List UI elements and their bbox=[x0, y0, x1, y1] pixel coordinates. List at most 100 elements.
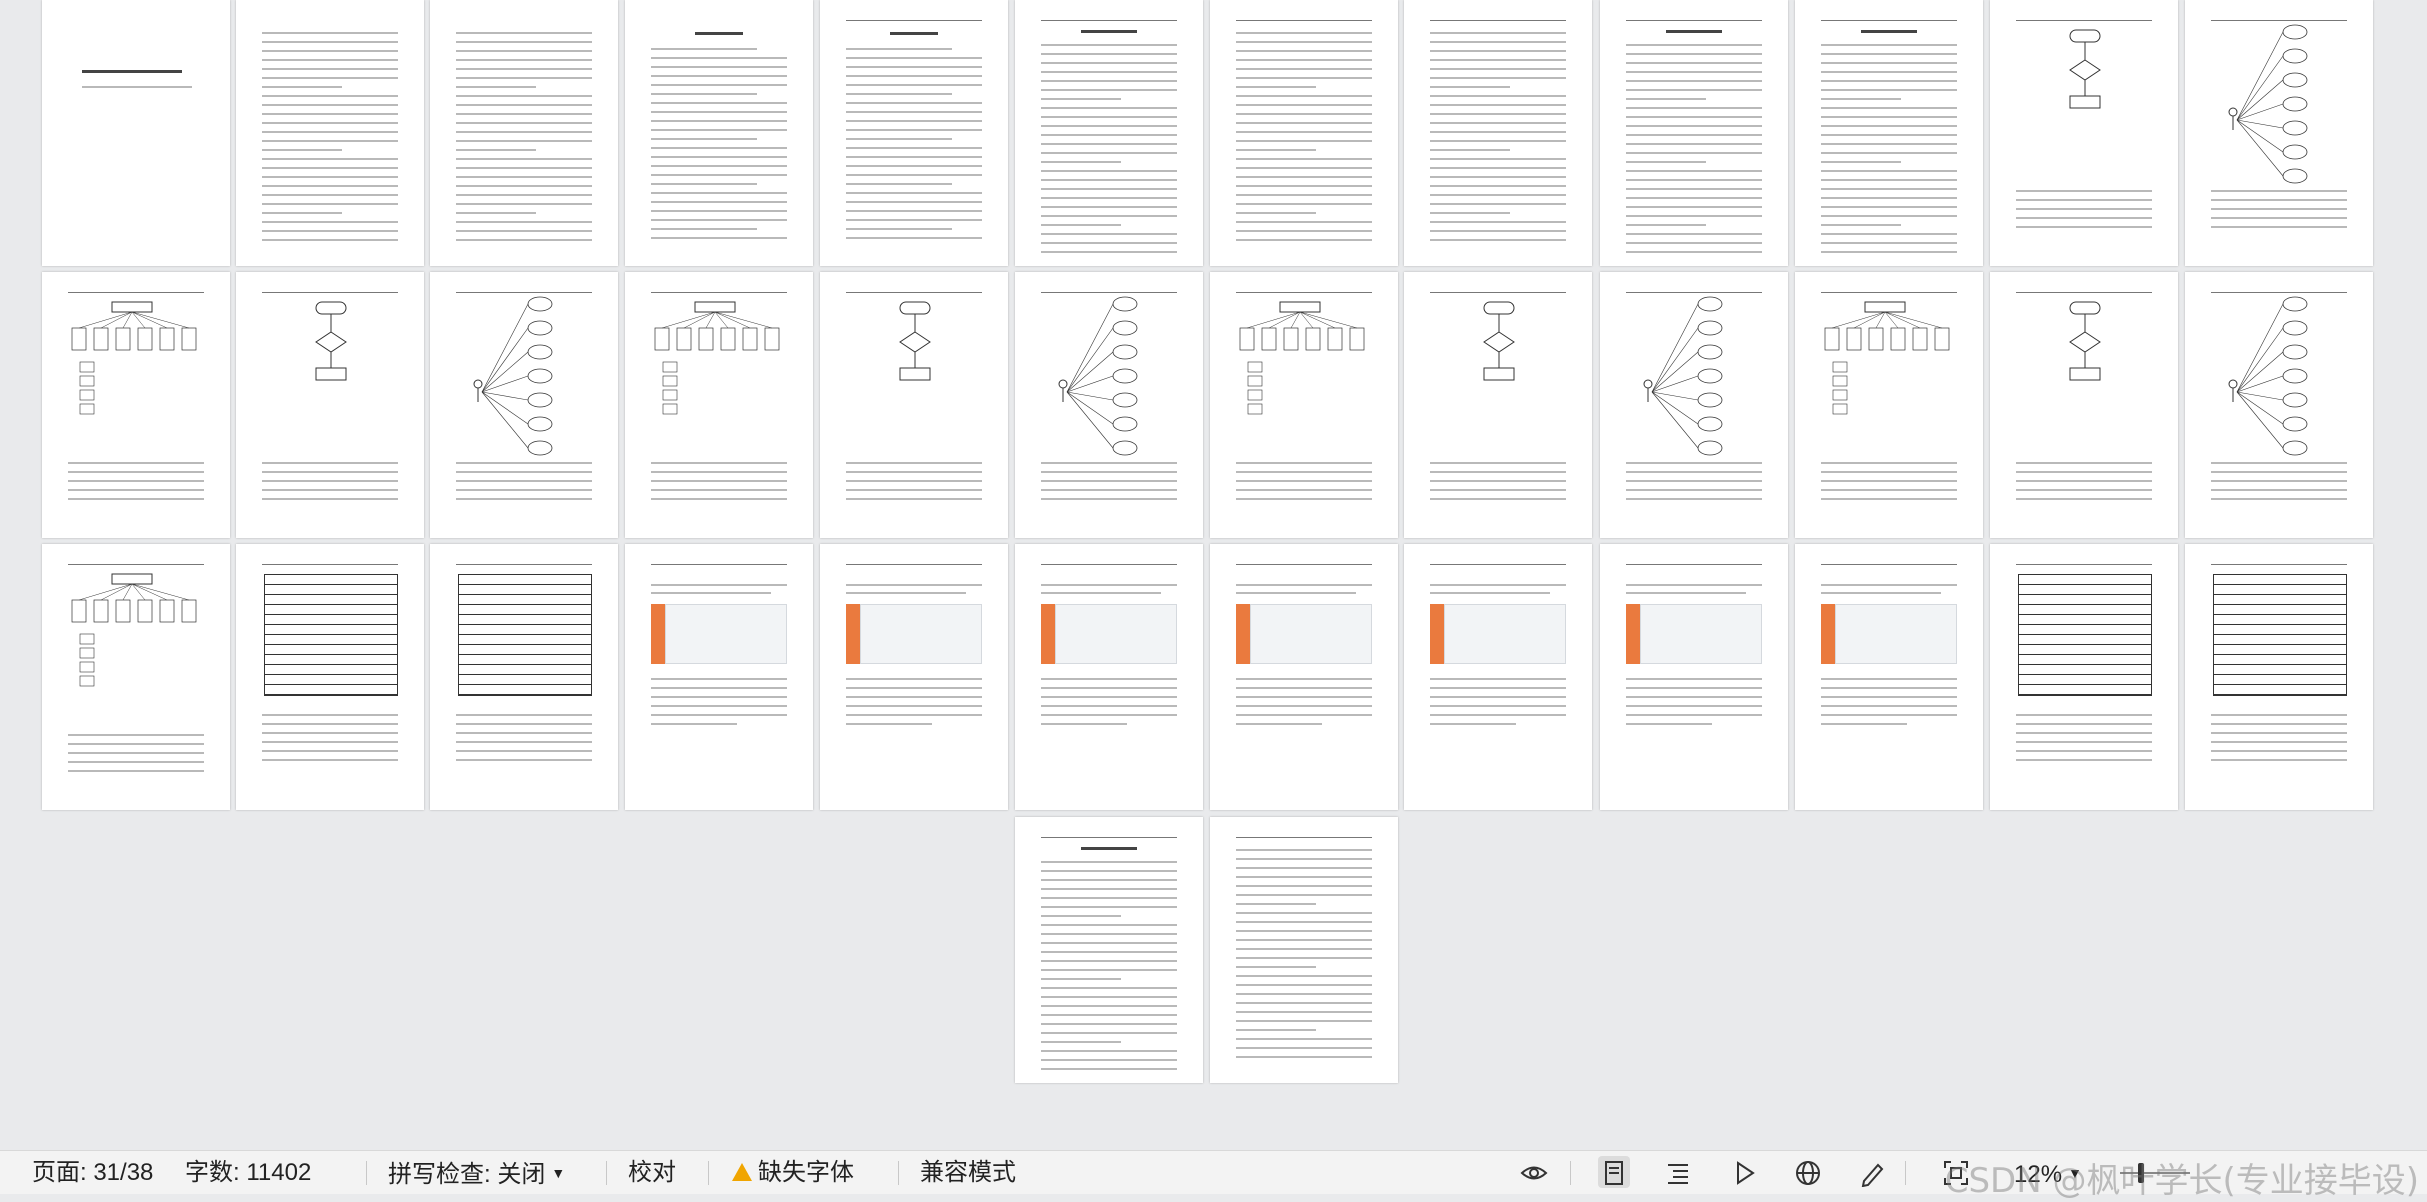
text-line bbox=[262, 203, 398, 205]
text-line bbox=[1041, 897, 1177, 899]
pen-icon[interactable] bbox=[1858, 1159, 1886, 1187]
text-line bbox=[1041, 125, 1177, 127]
text-line bbox=[651, 174, 787, 176]
page-thumbnail[interactable] bbox=[1210, 544, 1398, 810]
text-line bbox=[1430, 462, 1566, 464]
play-icon[interactable] bbox=[1730, 1159, 1758, 1187]
page-thumbnail[interactable] bbox=[42, 272, 230, 538]
text-line bbox=[1041, 251, 1177, 253]
text-line bbox=[1041, 215, 1177, 217]
text-line bbox=[1821, 152, 1957, 154]
page-thumbnail[interactable] bbox=[1404, 272, 1592, 538]
text-line bbox=[1430, 95, 1566, 97]
document-page-grid[interactable] bbox=[0, 0, 2427, 1150]
page-corner-mark bbox=[402, 558, 410, 566]
text-line bbox=[1041, 152, 1177, 154]
text-line bbox=[1821, 489, 1957, 491]
page-thumbnail[interactable] bbox=[1404, 0, 1592, 266]
text-line bbox=[1041, 89, 1177, 91]
page-thumbnail[interactable] bbox=[625, 272, 813, 538]
page-thumbnail[interactable] bbox=[1210, 272, 1398, 538]
text-line bbox=[1430, 77, 1566, 79]
missing-fonts-label: 缺失字体 bbox=[758, 1159, 854, 1186]
page-view-icon[interactable] bbox=[1600, 1159, 1628, 1187]
page-thumbnail[interactable] bbox=[1404, 544, 1592, 810]
text-line bbox=[1430, 480, 1566, 482]
page-thumbnail[interactable] bbox=[2185, 0, 2373, 266]
page-thumbnail[interactable] bbox=[42, 544, 230, 810]
page-thumbnail[interactable] bbox=[820, 0, 1008, 266]
page-corner-mark bbox=[834, 558, 842, 566]
page-thumbnail[interactable] bbox=[1015, 817, 1203, 1083]
text-line bbox=[456, 230, 592, 232]
eye-icon[interactable] bbox=[1520, 1159, 1548, 1187]
text-line bbox=[1626, 62, 1762, 64]
web-view-icon[interactable] bbox=[1794, 1159, 1822, 1187]
page-thumbnail[interactable] bbox=[820, 544, 1008, 810]
page-thumbnail[interactable] bbox=[1600, 272, 1788, 538]
text-line bbox=[1041, 723, 1127, 725]
text-line bbox=[1041, 1014, 1177, 1016]
page-thumbnail[interactable] bbox=[1015, 272, 1203, 538]
page-corner-mark bbox=[1614, 14, 1622, 22]
page-thumbnail[interactable] bbox=[625, 0, 813, 266]
page-thumbnail[interactable] bbox=[1015, 0, 1203, 266]
text-line bbox=[1626, 723, 1712, 725]
word-count[interactable]: 字数: 11402 bbox=[185, 1158, 311, 1188]
page-thumbnail[interactable] bbox=[1600, 544, 1788, 810]
proofread-button[interactable]: 校对 bbox=[628, 1158, 676, 1188]
spellcheck-toggle[interactable]: 拼写检查: 关闭 ▼ bbox=[388, 1158, 565, 1188]
text-line bbox=[651, 723, 737, 725]
text-line bbox=[1821, 44, 1957, 46]
page-corner-mark bbox=[1181, 1061, 1189, 1069]
page-thumbnail[interactable] bbox=[625, 544, 813, 810]
page-thumbnail[interactable] bbox=[1990, 272, 2178, 538]
text-line bbox=[1236, 957, 1372, 959]
page-thumbnail[interactable] bbox=[1795, 272, 1983, 538]
text-line bbox=[1041, 462, 1177, 464]
page-corner-mark bbox=[1614, 788, 1622, 796]
missing-fonts-button[interactable]: 缺失字体 bbox=[732, 1158, 854, 1188]
page-header-rule bbox=[651, 564, 787, 565]
text-line bbox=[651, 696, 787, 698]
page-thumbnail[interactable] bbox=[236, 0, 424, 266]
outline-view-icon[interactable] bbox=[1664, 1159, 1692, 1187]
text-line bbox=[1236, 50, 1372, 52]
page-header-rule bbox=[846, 20, 982, 21]
page-thumbnail[interactable] bbox=[42, 0, 230, 266]
text-line bbox=[1041, 1059, 1177, 1061]
text-line bbox=[1236, 77, 1372, 79]
page-indicator[interactable]: 页面: 31/38 bbox=[32, 1158, 153, 1188]
page-thumbnail[interactable] bbox=[430, 544, 618, 810]
page-thumbnail[interactable] bbox=[1795, 0, 1983, 266]
text-line bbox=[651, 66, 787, 68]
text-line bbox=[456, 50, 592, 52]
page-corner-mark bbox=[1029, 788, 1037, 796]
page-thumbnail[interactable] bbox=[1015, 544, 1203, 810]
page-thumbnail[interactable] bbox=[236, 272, 424, 538]
page-thumbnail[interactable] bbox=[430, 272, 618, 538]
page-thumbnail[interactable] bbox=[2185, 544, 2373, 810]
page-thumbnail[interactable] bbox=[430, 0, 618, 266]
page-thumbnail[interactable] bbox=[1210, 0, 1398, 266]
text-line bbox=[1041, 951, 1177, 953]
page-header-rule bbox=[1626, 20, 1762, 21]
page-thumbnail[interactable] bbox=[820, 272, 1008, 538]
page-thumbnail[interactable] bbox=[1990, 0, 2178, 266]
page-thumbnail[interactable] bbox=[1990, 544, 2178, 810]
text-line bbox=[1236, 194, 1372, 196]
text-line bbox=[456, 759, 592, 761]
page-thumbnail[interactable] bbox=[1795, 544, 1983, 810]
page-corner-mark bbox=[596, 788, 604, 796]
page-thumbnail[interactable] bbox=[1210, 817, 1398, 1083]
text-line bbox=[262, 230, 398, 232]
page-thumbnail[interactable] bbox=[1600, 0, 1788, 266]
text-line bbox=[1236, 471, 1372, 473]
page-thumbnail[interactable] bbox=[236, 544, 424, 810]
text-line bbox=[262, 50, 398, 52]
page-thumbnail[interactable] bbox=[2185, 272, 2373, 538]
text-line bbox=[1430, 167, 1566, 169]
text-line bbox=[1236, 131, 1372, 133]
page-header-rule bbox=[1041, 20, 1177, 21]
text-line bbox=[1236, 903, 1316, 905]
